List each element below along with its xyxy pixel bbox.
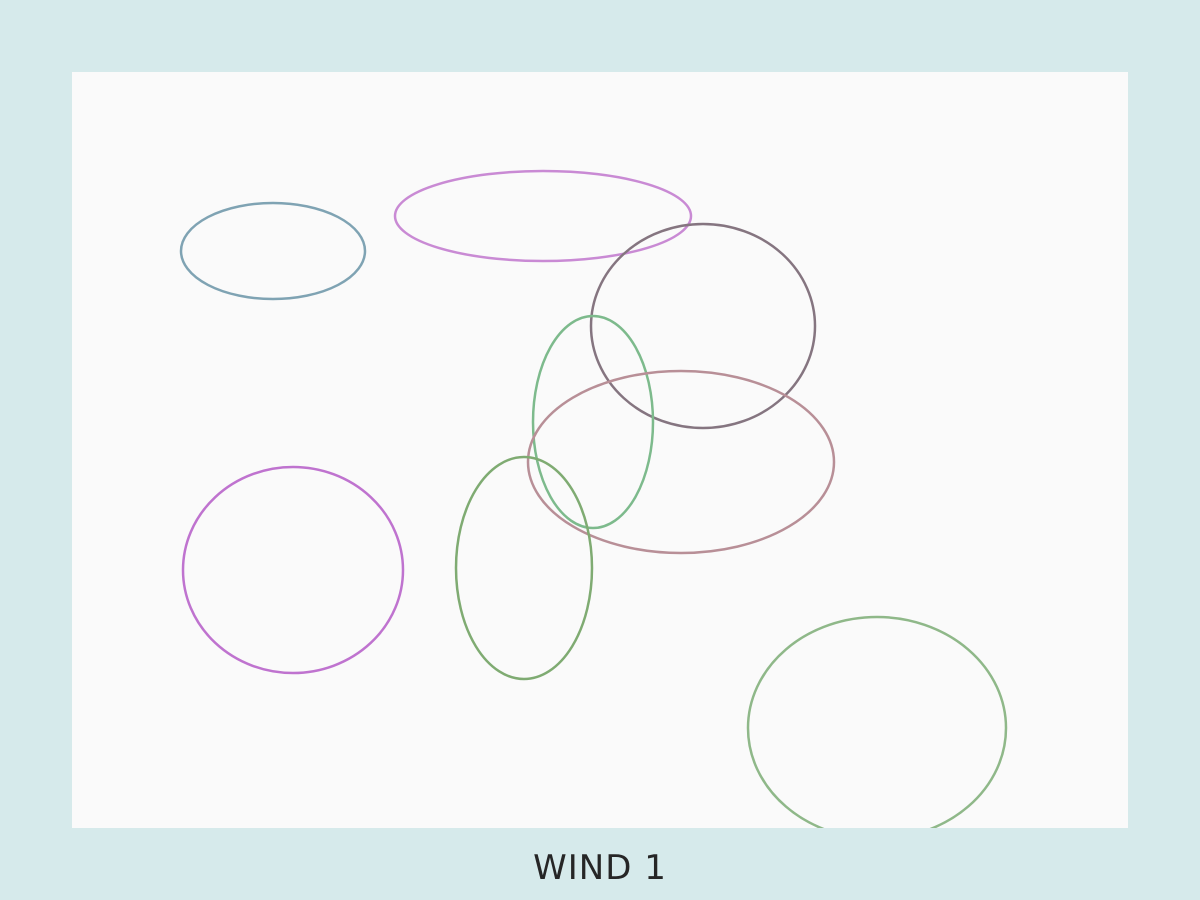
ellipse-orchid [181,465,405,675]
image-caption: WIND 1 [533,848,667,888]
ellipse-moss-green [454,455,594,681]
ellipse-steel-blue [179,201,367,301]
ellipse-layer [179,169,1008,828]
drawing-canvas [72,72,1128,828]
ellipse-dusty-rose [526,369,836,555]
ellipse-slate-gray [589,222,817,430]
ellipse-lilac [393,169,693,263]
ellipse-sage-green [746,615,1008,828]
